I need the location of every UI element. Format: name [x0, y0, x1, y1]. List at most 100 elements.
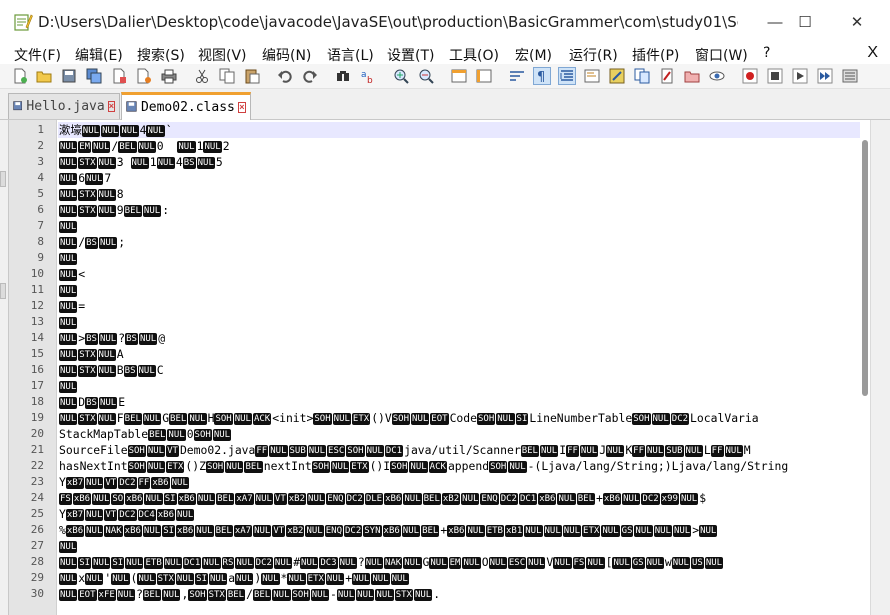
menu-help[interactable]: ?: [763, 45, 770, 61]
undo-icon[interactable]: [276, 67, 294, 85]
open-file-icon[interactable]: [35, 67, 53, 85]
code-line[interactable]: NUL EOT xFE NUL ?BEL NUL ,SOH STX BEL/BEL NUL SOH N…: [58, 586, 870, 602]
code-line[interactable]: NUL STX NUL 3 NUL 1NUL 4BS NUL 5: [58, 154, 870, 170]
code-line[interactable]: 漱壕NUL NUL NUL 4NUL `: [58, 122, 870, 138]
code-line[interactable]: hasNextIntSOH NUL ETX ()ZSOH NUL BEL nextIntSO…: [58, 458, 870, 474]
code-line[interactable]: StackMapTableBEL NUL 0SOH NUL: [58, 426, 870, 442]
control-char: STX: [78, 365, 97, 377]
menu-search[interactable]: 搜索(S): [137, 45, 185, 65]
control-char: xB6: [123, 525, 142, 537]
menu-settings[interactable]: 设置(T): [387, 45, 434, 65]
copy-icon[interactable]: [218, 67, 236, 85]
control-char: NUL: [59, 349, 78, 361]
tab-hello-java[interactable]: Hello.java ×: [8, 93, 120, 119]
zoom-out-icon[interactable]: [417, 67, 435, 85]
code-line[interactable]: NUL <: [58, 266, 870, 282]
replace-icon[interactable]: ab: [359, 67, 377, 85]
monitoring-icon[interactable]: [708, 67, 726, 85]
save-all-icon[interactable]: [85, 67, 103, 85]
menu-edit[interactable]: 编辑(E): [75, 45, 123, 65]
line-number: 24: [30, 491, 44, 504]
close-all-icon[interactable]: [135, 67, 153, 85]
code-line[interactable]: NUL STX NUL FBEL NUL GBEL NUL HSOH NUL ACK <init>S…: [58, 410, 870, 426]
side-marker: [0, 283, 6, 299]
show-all-chars-icon[interactable]: ¶: [533, 67, 551, 85]
close-button[interactable]: ✕: [834, 0, 880, 44]
record-macro-icon[interactable]: [741, 67, 759, 85]
code-line[interactable]: NUL STX NUL A: [58, 346, 870, 362]
code-line[interactable]: YxB7 NUL VT DC2 DC4 xB6 NUL: [58, 506, 870, 522]
menu-view[interactable]: 视图(V): [198, 45, 247, 65]
menu-macro[interactable]: 宏(M): [515, 45, 552, 65]
code-line[interactable]: NUL >BS NUL ?BS NUL @: [58, 330, 870, 346]
code-line[interactable]: NUL =: [58, 298, 870, 314]
code-line[interactable]: %xB6 NUL NAK xB6 NUL SI xB6 NUL BEL xA7 NUL VT xB2 NU…: [58, 522, 870, 538]
stop-record-icon[interactable]: [766, 67, 784, 85]
scrollbar-thumb[interactable]: [862, 140, 868, 396]
folder-workspace-icon[interactable]: [633, 67, 651, 85]
code-line[interactable]: FS xB6 NUL SO xB6 NUL SI xB6 NUL BEL xA7 NUL VT xB2 NU…: [58, 490, 870, 506]
tab-demo02-class[interactable]: Demo02.class ×: [121, 92, 251, 120]
run-macro-multiple-icon[interactable]: [816, 67, 834, 85]
menu-encoding[interactable]: 编码(N): [262, 45, 311, 65]
code-line[interactable]: SourceFileSOH NUL VT Demo02.javaFF NUL SUB NUL…: [58, 442, 870, 458]
close-document-button[interactable]: X: [867, 44, 878, 62]
code-line[interactable]: YxB7 NUL VT DC2 FF xB6 NUL: [58, 474, 870, 490]
code-line[interactable]: NUL: [58, 378, 870, 394]
tab-close-icon[interactable]: ×: [107, 101, 115, 112]
code-line[interactable]: NUL 6NUL 7: [58, 170, 870, 186]
code-line[interactable]: NUL: [58, 538, 870, 554]
doc-list-icon[interactable]: [658, 67, 676, 85]
close-icon[interactable]: [110, 67, 128, 85]
code-area[interactable]: 漱壕NUL NUL NUL 4NUL ` NUL EM NUL/BEL NUL 0 NUL 1NUL…: [58, 120, 870, 615]
menu-file[interactable]: 文件(F): [14, 45, 61, 65]
code-line[interactable]: NUL DBS NUL E: [58, 394, 870, 410]
function-list-icon[interactable]: [608, 67, 626, 85]
code-line[interactable]: NUL STX NUL BBS NUL C: [58, 362, 870, 378]
redo-icon[interactable]: [301, 67, 319, 85]
menu-plugins[interactable]: 插件(P): [632, 45, 679, 65]
document-map-icon[interactable]: [583, 67, 601, 85]
control-char: NUL: [233, 413, 252, 425]
control-char: NUL: [310, 589, 330, 601]
save-macro-icon[interactable]: [841, 67, 859, 85]
sync-vertical-icon[interactable]: [450, 67, 468, 85]
menu-window[interactable]: 窗口(W): [695, 45, 748, 65]
code-text: +: [596, 491, 603, 505]
zoom-in-icon[interactable]: [392, 67, 410, 85]
code-line[interactable]: NUL: [58, 218, 870, 234]
find-icon[interactable]: [334, 67, 352, 85]
code-line[interactable]: NUL SI NUL SI NUL ETB NUL DC1 NUL RS NUL DC2 NUL #NUL…: [58, 554, 870, 570]
sync-horizontal-icon[interactable]: [475, 67, 493, 85]
word-wrap-icon[interactable]: [508, 67, 526, 85]
vertical-scrollbar[interactable]: [870, 120, 890, 615]
code-line[interactable]: NUL: [58, 282, 870, 298]
code-line[interactable]: NUL: [58, 314, 870, 330]
control-char: NUL: [59, 381, 78, 393]
code-line[interactable]: NUL xNUL 'NUL (NUL STX NUL SI NUL aNUL)NUL *NUL ET…: [58, 570, 870, 586]
code-line[interactable]: NUL STX NUL 8: [58, 186, 870, 202]
control-char: STX: [394, 589, 413, 601]
play-macro-icon[interactable]: [791, 67, 809, 85]
menu-language[interactable]: 语言(L): [327, 45, 374, 65]
save-icon[interactable]: [60, 67, 78, 85]
indent-guide-icon[interactable]: [558, 67, 576, 85]
control-char: xB2: [287, 493, 307, 505]
control-char: NUL: [606, 445, 625, 457]
code-line[interactable]: NUL/BS NUL;: [58, 234, 870, 250]
new-file-icon[interactable]: [11, 67, 29, 85]
project-panel-icon[interactable]: [683, 67, 701, 85]
code-text: +: [345, 571, 353, 585]
overview-scrollbar[interactable]: [860, 120, 870, 615]
code-line[interactable]: NUL STX NUL 9BEL NUL:: [58, 202, 870, 218]
code-line[interactable]: NUL EM NUL/BEL NUL 0 NUL 1NUL 2: [58, 138, 870, 154]
menu-tools[interactable]: 工具(O): [449, 45, 499, 65]
cut-icon[interactable]: [193, 67, 211, 85]
control-char: xB6: [176, 525, 195, 537]
paste-icon[interactable]: [243, 67, 261, 85]
menu-run[interactable]: 运行(R): [569, 45, 618, 65]
tab-close-icon[interactable]: ×: [237, 102, 246, 113]
code-line[interactable]: NUL: [58, 250, 870, 266]
maximize-button[interactable]: ☐: [782, 0, 828, 44]
print-icon[interactable]: [160, 67, 178, 85]
